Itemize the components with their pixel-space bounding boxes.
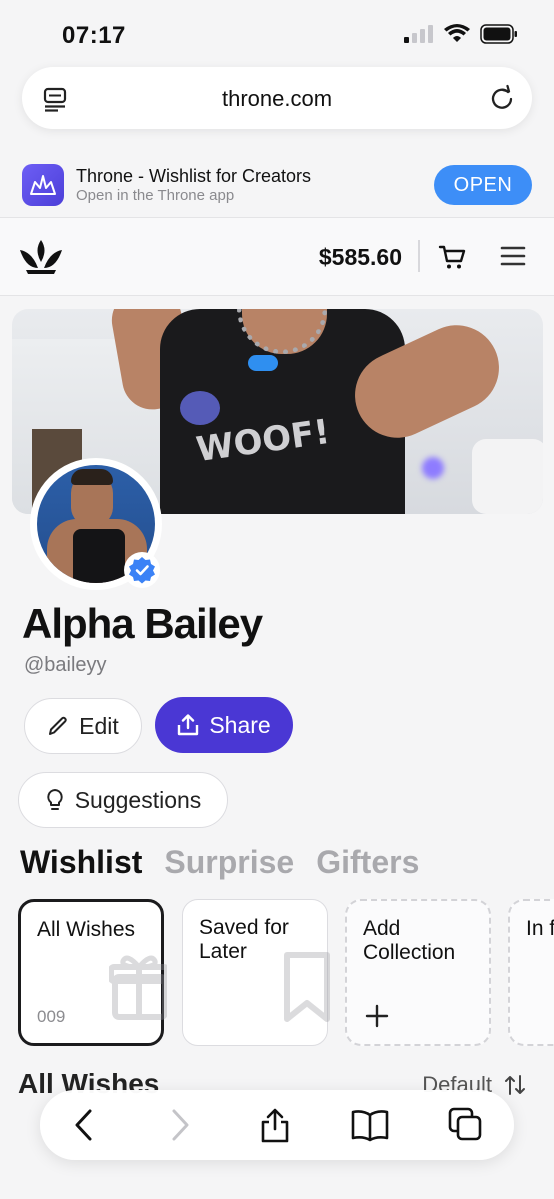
suggestions-label: Suggestions <box>74 786 202 813</box>
collection-partial[interactable]: In fr A <box>508 899 554 1046</box>
add-collection-card[interactable]: Add Collection <box>345 899 491 1046</box>
verified-check-icon <box>129 557 155 584</box>
gift-icon <box>109 955 167 1020</box>
forward-icon[interactable] <box>168 1107 192 1143</box>
collection-label: Add Collection <box>363 917 456 964</box>
throne-logo-icon[interactable] <box>18 238 64 276</box>
nav-divider <box>418 240 420 272</box>
collection-label: In fr A <box>526 917 554 940</box>
verified-badge <box>124 552 160 588</box>
address-bar[interactable]: throne.com <box>22 67 532 129</box>
url-text[interactable]: throne.com <box>22 86 532 112</box>
status-time: 07:17 <box>62 22 126 49</box>
tab-surprise[interactable]: Surprise <box>164 844 294 881</box>
open-app-button[interactable]: OPEN <box>434 165 532 205</box>
crown-logo-icon <box>30 175 56 195</box>
profile-handle: @baileyy <box>24 654 107 676</box>
collection-label: Saved for Later <box>199 916 289 963</box>
upload-share-icon <box>178 714 199 736</box>
collection-label: All Wishes <box>37 918 136 941</box>
app-banner-subtitle: Open in the Throne app <box>76 187 235 204</box>
share-profile-button[interactable]: Share <box>155 697 293 753</box>
throne-app-icon <box>22 164 64 206</box>
cart-icon[interactable] <box>438 243 466 271</box>
tab-gifters[interactable]: Gifters <box>316 844 419 881</box>
cellular-signal-icon <box>404 25 433 43</box>
suggestions-button[interactable]: Suggestions <box>18 772 228 828</box>
browser-toolbar <box>40 1090 514 1160</box>
collection-all-wishes[interactable]: All Wishes 009 <box>18 899 167 1046</box>
collection-saved-for-later[interactable]: Saved for Later <box>182 899 330 1046</box>
wallet-balance[interactable]: $585.60 <box>319 244 402 271</box>
pencil-icon <box>49 716 67 735</box>
smart-app-banner: Throne - Wishlist for Creators Open in t… <box>0 146 554 218</box>
plus-icon <box>365 1004 389 1028</box>
collections-carousel[interactable]: All Wishes 009 Saved for Later Add Colle… <box>18 899 554 1049</box>
battery-icon <box>480 24 517 44</box>
hamburger-menu-icon[interactable] <box>500 245 526 267</box>
reload-icon[interactable] <box>488 84 516 112</box>
share-label: Share <box>209 711 271 738</box>
sort-arrows-icon[interactable] <box>504 1074 526 1096</box>
back-icon[interactable] <box>72 1107 96 1143</box>
collection-count: 009 <box>37 1007 66 1026</box>
bookmarks-icon[interactable] <box>351 1107 389 1143</box>
site-header: $585.60 <box>0 218 554 296</box>
edit-label: Edit <box>79 712 119 739</box>
wifi-icon <box>444 24 470 42</box>
status-icons <box>404 24 518 44</box>
profile-tabs: Wishlist Surprise Gifters <box>20 844 419 881</box>
status-bar: 07:17 <box>0 0 554 62</box>
app-banner-title: Throne - Wishlist for Creators <box>76 166 312 186</box>
share-icon[interactable] <box>259 1107 291 1143</box>
profile-name: Alpha Bailey <box>22 600 263 647</box>
bookmark-icon <box>284 952 330 1022</box>
tab-wishlist[interactable]: Wishlist <box>20 844 142 881</box>
lightbulb-icon <box>47 789 63 810</box>
edit-profile-button[interactable]: Edit <box>24 698 142 754</box>
tabs-icon[interactable] <box>448 1107 482 1143</box>
